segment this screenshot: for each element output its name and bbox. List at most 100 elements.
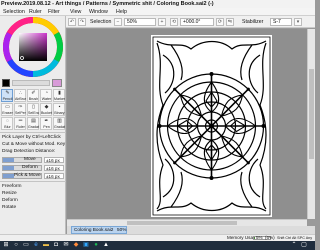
stabilizer-field[interactable]: S-7 (270, 18, 292, 26)
photoshop-icon[interactable]: ▣ (82, 242, 90, 249)
rotate-button[interactable]: Rotate (2, 205, 16, 211)
scroll-thumb[interactable] (309, 69, 314, 159)
gradient-icon: ▤ (31, 118, 36, 124)
game-icon[interactable]: ▲ (102, 242, 110, 249)
vertical-scrollbar[interactable] (307, 29, 315, 219)
canvas-viewport[interactable] (67, 29, 315, 219)
tool-eraser[interactable]: ▭ Eraser (1, 103, 13, 116)
zoom-out-button[interactable]: − (114, 18, 122, 26)
tool-binary[interactable]: ▪ Binary (53, 103, 65, 116)
zoom-in-button[interactable]: + (158, 18, 166, 26)
color-wheel[interactable] (3, 17, 63, 77)
cut-move-option[interactable]: Cut & Move without Mod. Key (2, 142, 65, 148)
selerase-icon: ▯ (32, 104, 35, 110)
blur-icon: ◌ (6, 118, 9, 124)
windows-icon[interactable]: ⊞ (2, 242, 10, 249)
divider (0, 132, 66, 133)
mail-icon[interactable]: ✉ (62, 242, 70, 249)
binary-pen-icon: ▪ (58, 104, 61, 110)
tool-water[interactable]: ◔ Water (40, 89, 52, 102)
resize-button[interactable]: Resize (2, 191, 17, 197)
deform-value[interactable]: ±16 px (44, 165, 64, 171)
redo-button[interactable]: ↷ (78, 18, 86, 26)
menu-view[interactable]: View (70, 8, 81, 16)
tool-pen[interactable]: ✒ Pen (40, 117, 52, 130)
stabilizer-label: Stabilizer (242, 19, 264, 25)
tool-panel: ✎Pencil ∴AirBrush ✐Brush ◔Water ▮Marker … (0, 16, 66, 241)
notification-icon[interactable]: ▢ (300, 242, 308, 249)
store-icon[interactable]: ◘ (52, 242, 60, 249)
task-view-icon[interactable]: ▭ (22, 242, 30, 249)
toolbar: ↶ ↷ Selection − 50% + ⟲ +000.0° ⟳ ⇋ Stab… (66, 16, 315, 28)
rotate-left-button[interactable]: ⟲ (170, 18, 178, 26)
tool-brush[interactable]: ✐ Brush (27, 89, 39, 102)
tool-row: ▭Eraser ✑SelPen ▯SelErase ◆Bucket ▪Binar… (1, 103, 65, 116)
bucket-icon: ◆ (44, 104, 49, 110)
angle-field[interactable]: +000.0° (180, 18, 214, 26)
color-slots[interactable] (12, 80, 50, 86)
tool-row: ✎Pencil ∴AirBrush ✐Brush ◔Water ▮Marker (1, 89, 65, 102)
undo-button[interactable]: ↶ (68, 18, 76, 26)
menu-window[interactable]: Window (89, 8, 108, 16)
brush-icon: ✐ (31, 90, 36, 96)
tool-selerase[interactable]: ▯SelErase (27, 103, 39, 116)
folder-icon[interactable]: ▬ (42, 242, 50, 249)
marker-icon: ▮ (58, 90, 61, 96)
stabilizer-dropdown[interactable]: ▾ (294, 18, 302, 26)
tool-row: ◌ Blur ═ Ruler ▤ Gradat. ✒ Pen ▥ Gradat. (1, 117, 65, 130)
window-title: Preview.2019.08.12 - Art things / Patter… (0, 0, 315, 8)
primary-color-swatch[interactable] (2, 79, 10, 87)
menu-ruler[interactable]: Ruler (29, 8, 42, 16)
zoom-in-icon: + (160, 19, 164, 25)
music-icon[interactable]: ● (92, 242, 100, 249)
rotate-left-icon: ⟲ (171, 19, 177, 25)
airbrush-icon: ∴ (18, 90, 23, 96)
pencil-icon: ✎ (5, 90, 10, 96)
browser-icon[interactable]: e (32, 242, 40, 249)
document-tabbar: Coloring Book.sai2 50% (67, 226, 315, 234)
chevron-down-icon: ▾ (296, 19, 300, 25)
move-value[interactable]: ±16 px (44, 157, 64, 163)
tool-blur[interactable]: ◌ Blur (1, 117, 13, 130)
gradient-icon: ▥ (57, 118, 62, 124)
sai-app-icon[interactable]: ◆ (72, 242, 80, 249)
pick-move-value[interactable]: ±16 px (44, 173, 64, 179)
zoom-out-icon: − (116, 19, 120, 25)
tray-icon[interactable]: ⌃ (290, 242, 298, 249)
rotate-right-icon: ⟳ (217, 19, 223, 25)
rotate-right-button[interactable]: ⟳ (216, 18, 224, 26)
menu-filter[interactable]: Filter (48, 8, 60, 16)
deform-label: Deform (22, 165, 38, 170)
flip-button[interactable]: ⇋ (226, 18, 234, 26)
horizontal-scrollbar[interactable] (67, 219, 307, 226)
tool-pencil[interactable]: ✎ Pencil (1, 89, 13, 102)
pick-layer-option[interactable]: Pick Layer by Ctrl+LeftClick (2, 135, 61, 141)
move-label: Move (24, 157, 36, 162)
eraser-icon: ▭ (5, 104, 10, 110)
tool-ruler[interactable]: ═ Ruler (14, 117, 26, 130)
coloring-page-canvas[interactable] (151, 35, 272, 217)
taskbar: ⊞ ○ ▭ e ▬ ◘ ✉ ◆ ▣ ● ▲ ⌃ ▢ (0, 241, 315, 250)
zoom-field[interactable]: 50% (124, 18, 156, 26)
tool-bucket[interactable]: ◆ Bucket (40, 103, 52, 116)
menubar: Selection Ruler Filter View Window Help (0, 8, 315, 16)
tool-airbrush[interactable]: ∴AirBrush (14, 89, 26, 102)
menu-selection[interactable]: Selection (3, 8, 25, 16)
document-zoom: 50% (117, 227, 127, 232)
move-slider[interactable] (2, 157, 42, 163)
tool-marker[interactable]: ▮ Marker (53, 89, 65, 102)
freeform-button[interactable]: Freeform (2, 184, 21, 190)
tool-selpen[interactable]: ✑ SelPen (14, 103, 26, 116)
selpen-icon: ✑ (18, 104, 23, 110)
drag-detection-label: Drag Detection Distance: (2, 149, 56, 154)
pick-move-label: Pick & Move (14, 173, 41, 178)
secondary-color-swatch[interactable] (52, 79, 62, 87)
flip-icon: ⇋ (227, 19, 233, 25)
menu-help[interactable]: Help (116, 8, 127, 16)
deform-button[interactable]: Deform (2, 198, 18, 204)
scroll-thumb[interactable] (127, 221, 237, 225)
search-icon[interactable]: ○ (12, 242, 20, 249)
tool-gradation-2[interactable]: ▥ Gradat. (53, 117, 65, 130)
tool-gradation[interactable]: ▤ Gradat. (27, 117, 39, 130)
divider (0, 181, 66, 182)
